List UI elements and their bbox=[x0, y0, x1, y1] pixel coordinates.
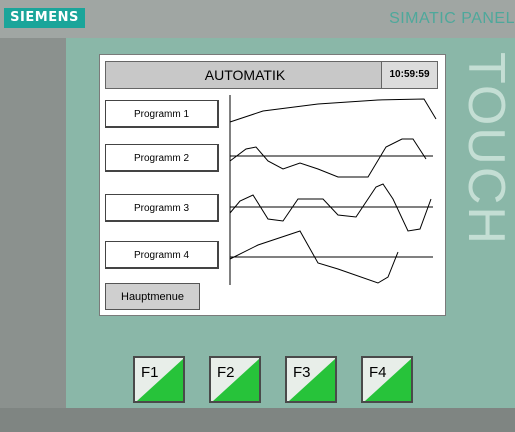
f3-key[interactable]: F3 bbox=[285, 356, 337, 403]
main-menu-button[interactable]: Hauptmenue bbox=[105, 283, 200, 310]
trend-curve-1 bbox=[229, 98, 437, 123]
panel-top-frame: SIEMENS SIMATIC PANEL bbox=[0, 0, 515, 38]
hmi-screen: AUTOMATIK 10:59:59 Programm 1 Programm 2… bbox=[99, 54, 446, 316]
program-4-button[interactable]: Programm 4 bbox=[105, 241, 219, 269]
f1-key[interactable]: F1 bbox=[133, 356, 185, 403]
clock-display: 10:59:59 bbox=[381, 62, 437, 88]
program-2-button[interactable]: Programm 2 bbox=[105, 144, 219, 172]
f3-key-label: F3 bbox=[293, 364, 311, 381]
screen-title: AUTOMATIK bbox=[204, 67, 286, 83]
f4-key[interactable]: F4 bbox=[361, 356, 413, 403]
f4-key-label: F4 bbox=[369, 364, 387, 381]
f1-key-label: F1 bbox=[141, 364, 159, 381]
siemens-logo: SIEMENS bbox=[4, 8, 85, 28]
f2-key[interactable]: F2 bbox=[209, 356, 261, 403]
panel-bottom-frame bbox=[0, 408, 515, 432]
program-trend-curves bbox=[229, 95, 437, 285]
f2-key-label: F2 bbox=[217, 364, 235, 381]
screen-title-bar: AUTOMATIK 10:59:59 bbox=[105, 61, 438, 89]
trend-curve-2 bbox=[229, 138, 427, 178]
program-1-button[interactable]: Programm 1 bbox=[105, 100, 219, 128]
program-3-button[interactable]: Programm 3 bbox=[105, 194, 219, 222]
panel-model-label: SIMATIC PANEL bbox=[389, 10, 515, 27]
touch-label: TOUCH bbox=[457, 52, 515, 246]
